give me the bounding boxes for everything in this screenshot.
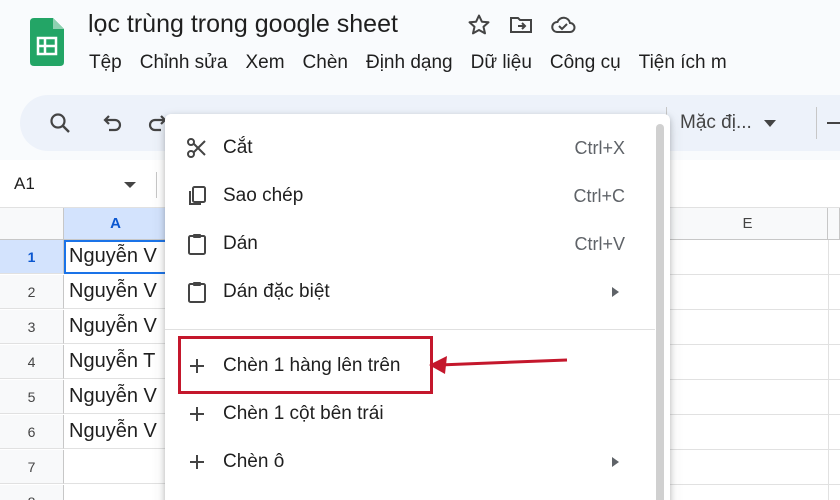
menu-divider [165,329,655,330]
chevron-down-icon [763,112,776,134]
row-header[interactable]: 3 [0,310,64,344]
column-header-a[interactable]: A [64,208,168,240]
shortcut-hint: Ctrl+C [573,185,625,206]
menu-file[interactable]: Tệp [80,50,131,76]
row-header[interactable]: 6 [0,415,64,449]
cloud-status-icon[interactable] [550,12,576,38]
menu-edit[interactable]: Chỉnh sửa [131,50,237,76]
move-folder-icon[interactable] [508,12,534,38]
menu-item-label: Sao chép [223,185,304,206]
row-header[interactable]: 4 [0,345,64,379]
copy-icon [183,182,211,210]
menu-item-cut[interactable]: Cắt Ctrl+X [165,126,655,170]
menu-item-paste-special[interactable]: Dán đặc biệt [165,270,655,314]
cell-a4[interactable]: Nguyễn T [64,345,168,379]
select-all-corner[interactable] [0,208,64,240]
highlight-box [178,336,433,394]
menu-tools[interactable]: Công cụ [541,50,630,76]
font-select[interactable]: Mặc đị... [680,105,776,141]
menu-view[interactable]: Xem [236,50,293,76]
google-sheets-window: lọc trùng trong google sheet Tệp Chỉnh s… [0,0,840,500]
minus-icon[interactable] [822,109,840,137]
menu-item-label: Dán [223,233,258,254]
menu-item-label: Cắt [223,137,253,158]
row-header[interactable]: 2 [0,275,64,309]
star-icon[interactable] [466,12,492,38]
menu-item-copy[interactable]: Sao chép Ctrl+C [165,174,655,218]
menu-format[interactable]: Định dạng [357,50,462,76]
clipboard-icon [183,278,211,306]
menu-item-label: Chèn 1 cột bên trái [223,403,384,424]
menu-item-insert-column-left[interactable]: Chèn 1 cột bên trái [165,392,655,436]
cell-a6[interactable]: Nguyễn V [64,415,168,449]
shortcut-hint: Ctrl+V [574,233,625,254]
search-icon[interactable] [46,109,74,137]
menu-extensions[interactable]: Tiện ích m [630,50,736,76]
row-header[interactable]: 1 [0,240,64,274]
menu-scrollbar[interactable] [656,124,664,500]
google-sheets-logo-icon[interactable] [30,18,64,66]
submenu-arrow-icon [612,287,619,297]
scissors-icon [183,134,211,162]
menu-data[interactable]: Dữ liệu [462,50,541,76]
row-header[interactable]: 8 [0,485,64,500]
cell-a3[interactable]: Nguyễn V [64,310,168,344]
menu-item-label: Chèn ô [223,451,285,472]
font-select-label: Mặc đị... [680,112,752,133]
row-header[interactable]: 7 [0,450,64,484]
cell-a7[interactable] [64,450,168,484]
row-header[interactable]: 5 [0,380,64,414]
plus-icon [183,400,211,428]
submenu-arrow-icon [612,457,619,467]
menu-bar: Tệp Chỉnh sửa Xem Chèn Định dạng Dữ liệu… [80,50,736,76]
context-menu: Cắt Ctrl+X Sao chép Ctrl+C Dán Ctrl+V Dá… [165,114,670,500]
cell-a2[interactable]: Nguyễn V [64,275,168,309]
cell-a1[interactable]: Nguyễn V [64,240,168,274]
shortcut-hint: Ctrl+X [574,137,625,158]
menu-item-insert-cells[interactable]: Chèn ô [165,440,655,484]
plus-icon [183,448,211,476]
undo-icon[interactable] [98,109,126,137]
menu-item-label: Dán đặc biệt [223,281,330,302]
cell-a5[interactable]: Nguyễn V [64,380,168,414]
menu-insert[interactable]: Chèn [294,50,357,76]
name-box[interactable]: A1 [14,174,35,194]
name-box-chevron-icon[interactable] [124,182,136,188]
menu-item-paste[interactable]: Dán Ctrl+V [165,222,655,266]
column-header-e[interactable]: E [668,208,828,240]
pointer-arrow-icon [429,356,568,374]
cell-a8[interactable] [64,485,168,500]
clipboard-icon [183,230,211,258]
document-title[interactable]: lọc trùng trong google sheet [88,10,398,39]
